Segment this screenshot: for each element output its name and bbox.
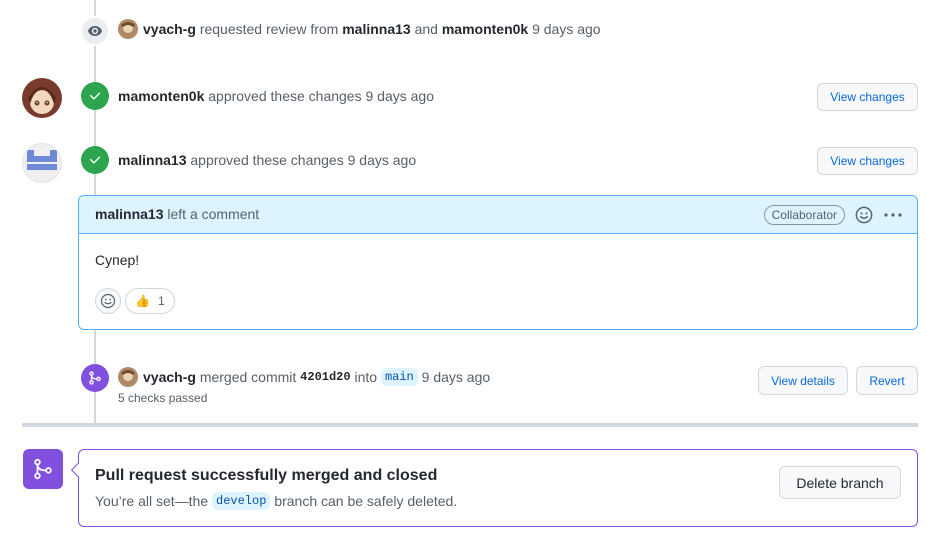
- actor-link[interactable]: mamonten0k: [118, 88, 204, 104]
- approval-event: malinna13 approved these changes 9 days …: [118, 150, 416, 170]
- check-icon: [81, 82, 109, 110]
- approval-event: mamonten0k approved these changes 9 days…: [118, 86, 434, 106]
- comment-action: left a comment: [167, 206, 260, 222]
- event-time[interactable]: 9 days ago: [348, 152, 417, 168]
- branch-name[interactable]: main: [380, 368, 418, 386]
- git-merge-icon: [23, 449, 63, 489]
- merge-event: vyach-g merged commit 4201d20 into main …: [118, 366, 490, 388]
- commit-sha-link[interactable]: 4201d20: [300, 370, 350, 384]
- avatar[interactable]: [22, 78, 62, 118]
- subtitle-text: branch can be safely deleted.: [274, 493, 458, 509]
- actor-link[interactable]: malinna13: [118, 152, 186, 168]
- event-action: approved these changes: [208, 88, 362, 104]
- add-reaction-button[interactable]: [95, 288, 121, 314]
- box-pointer: [70, 462, 86, 478]
- view-changes-button[interactable]: View changes: [817, 83, 918, 111]
- reaction-count: 1: [157, 294, 165, 308]
- event-action: approved these changes: [190, 152, 344, 168]
- comment-body: Супер!: [95, 252, 140, 268]
- kebab-menu-icon[interactable]: [883, 207, 903, 223]
- reviewer-link[interactable]: mamonten0k: [442, 21, 528, 37]
- checks-status-link[interactable]: 5 checks passed: [118, 391, 207, 405]
- comment-header: malinna13 left a comment Collaborator: [79, 196, 917, 234]
- merge-status-title: Pull request successfully merged and clo…: [95, 467, 438, 484]
- timeline-divider: [22, 423, 918, 427]
- git-merge-icon: [81, 364, 109, 392]
- avatar[interactable]: [22, 143, 62, 183]
- event-time[interactable]: 9 days ago: [422, 369, 491, 385]
- eye-icon: [80, 16, 110, 46]
- avatar[interactable]: [118, 367, 138, 387]
- merge-status-box: Pull request successfully merged and clo…: [70, 449, 918, 527]
- review-request-event: vyach-g requested review from malinna13 …: [118, 19, 601, 39]
- revert-button[interactable]: Revert: [856, 366, 918, 395]
- smiley-icon[interactable]: [855, 206, 873, 224]
- event-action: into: [354, 369, 378, 385]
- thumbs-up-icon: 👍: [135, 294, 150, 308]
- event-action: requested review from: [199, 21, 339, 37]
- collaborator-badge: Collaborator: [763, 205, 845, 225]
- view-changes-button[interactable]: View changes: [817, 147, 918, 175]
- branch-name[interactable]: develop: [212, 492, 271, 510]
- event-conjunction: and: [414, 21, 438, 37]
- event-action: merged commit: [199, 369, 297, 385]
- delete-branch-button[interactable]: Delete branch: [779, 466, 901, 499]
- reviewer-link[interactable]: malinna13: [342, 21, 410, 37]
- avatar[interactable]: [118, 19, 138, 39]
- actor-link[interactable]: vyach-g: [143, 369, 196, 385]
- review-comment: malinna13 left a comment Collaborator Су…: [78, 195, 918, 330]
- comment-author[interactable]: malinna13: [95, 206, 163, 222]
- event-time[interactable]: 9 days ago: [365, 88, 434, 104]
- smiley-icon: [100, 293, 116, 309]
- subtitle-text: You’re all set—the: [95, 493, 209, 509]
- thumbs-up-reaction[interactable]: 👍 1: [125, 288, 175, 314]
- event-time[interactable]: 9 days ago: [532, 21, 601, 37]
- view-details-button[interactable]: View details: [758, 366, 848, 395]
- merge-status-subtitle: You’re all set—the develop branch can be…: [95, 492, 457, 510]
- check-icon: [81, 146, 109, 174]
- actor-link[interactable]: vyach-g: [143, 21, 196, 37]
